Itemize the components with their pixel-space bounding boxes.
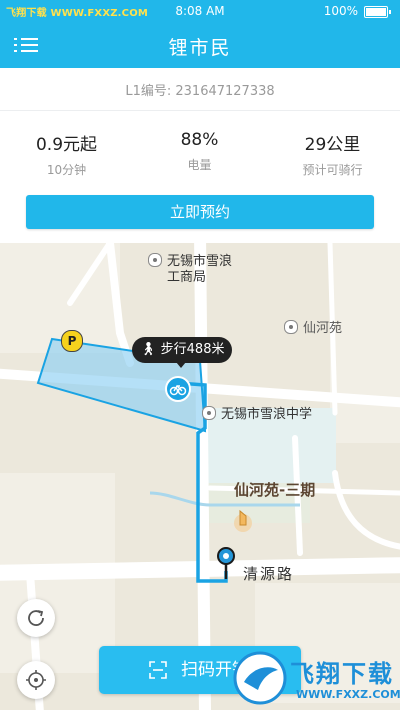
locate-button[interactable]: [17, 661, 55, 699]
bike-code-separator: :: [166, 84, 172, 99]
road-label: 清源路: [243, 565, 295, 583]
stat-range-value: 29公里: [304, 135, 361, 155]
battery-icon: [364, 6, 391, 18]
walk-distance-bubble: 🚶︎ 步行488米: [132, 337, 233, 368]
stat-price-value: 0.9元起: [35, 135, 98, 155]
watermark-footer: 飞翔下载 WWW.FXXZ.COM: [232, 646, 400, 710]
stat-battery-label: 电量: [187, 158, 212, 172]
walk-distance-label: 步行488米: [160, 342, 225, 357]
place-bureau[interactable]: 无锡市雪浪 工商局: [148, 253, 232, 286]
divider: [0, 110, 400, 111]
watermark-brand: 飞翔下载: [290, 660, 394, 688]
stat-range-label: 预计可骑行: [302, 163, 363, 177]
status-bar: 飞翔下载 WWW.FXXZ.COM 8:08 AM 100%: [0, 0, 400, 22]
battery-percent: 100%: [323, 4, 358, 18]
school-pin-icon: [262, 553, 272, 563]
stat-battery: 88% 电量: [133, 130, 266, 173]
watermark-logo-icon: [233, 651, 287, 705]
place-xianheyuan-label: 仙河苑: [303, 321, 343, 336]
refresh-icon: [28, 610, 44, 626]
app-header: 锂市民: [0, 22, 400, 68]
reserve-button[interactable]: 立即预约: [26, 195, 374, 229]
bike-marker[interactable]: [165, 376, 191, 402]
place-phase3[interactable]: 仙河苑-三期: [234, 479, 315, 500]
page-title: 锂市民: [168, 37, 232, 59]
watermark-url-footer: WWW.FXXZ.COM: [296, 688, 400, 701]
stat-battery-value: 88%: [180, 130, 219, 150]
refresh-button[interactable]: [17, 599, 55, 637]
parking-marker[interactable]: P: [61, 330, 83, 352]
stat-price-label: 10分钟: [46, 163, 87, 177]
bike-icon: [169, 384, 187, 396]
scan-icon: [149, 661, 167, 679]
map-canvas: [0, 243, 400, 710]
place-school[interactable]: 无锡市雪浪中学: [202, 403, 312, 422]
walk-icon: 🚶︎: [140, 342, 157, 357]
locate-icon: [26, 670, 46, 690]
poi-icon: [148, 253, 162, 267]
bike-code: L1编号: 231647127338: [0, 80, 400, 99]
bike-code-value: 231647127338: [175, 84, 275, 99]
place-bureau-line2: 工商局: [167, 270, 207, 285]
place-bureau-line1: 无锡市雪浪: [167, 254, 233, 269]
place-xianheyuan[interactable]: 仙河苑: [284, 317, 342, 336]
school-icon: [202, 406, 216, 420]
stat-range: 29公里 预计可骑行: [266, 130, 399, 178]
residence-icon: [284, 320, 298, 334]
map-view[interactable]: 无锡市雪浪 工商局 仙河苑 无锡市雪浪中学 仙河苑-三期 清源路 P 🚶︎ 步行…: [0, 243, 400, 710]
stat-price: 0.9元起 10分钟: [0, 130, 133, 178]
bike-code-label: L1编号: [125, 84, 167, 99]
place-school-label: 无锡市雪浪中学: [221, 407, 313, 422]
